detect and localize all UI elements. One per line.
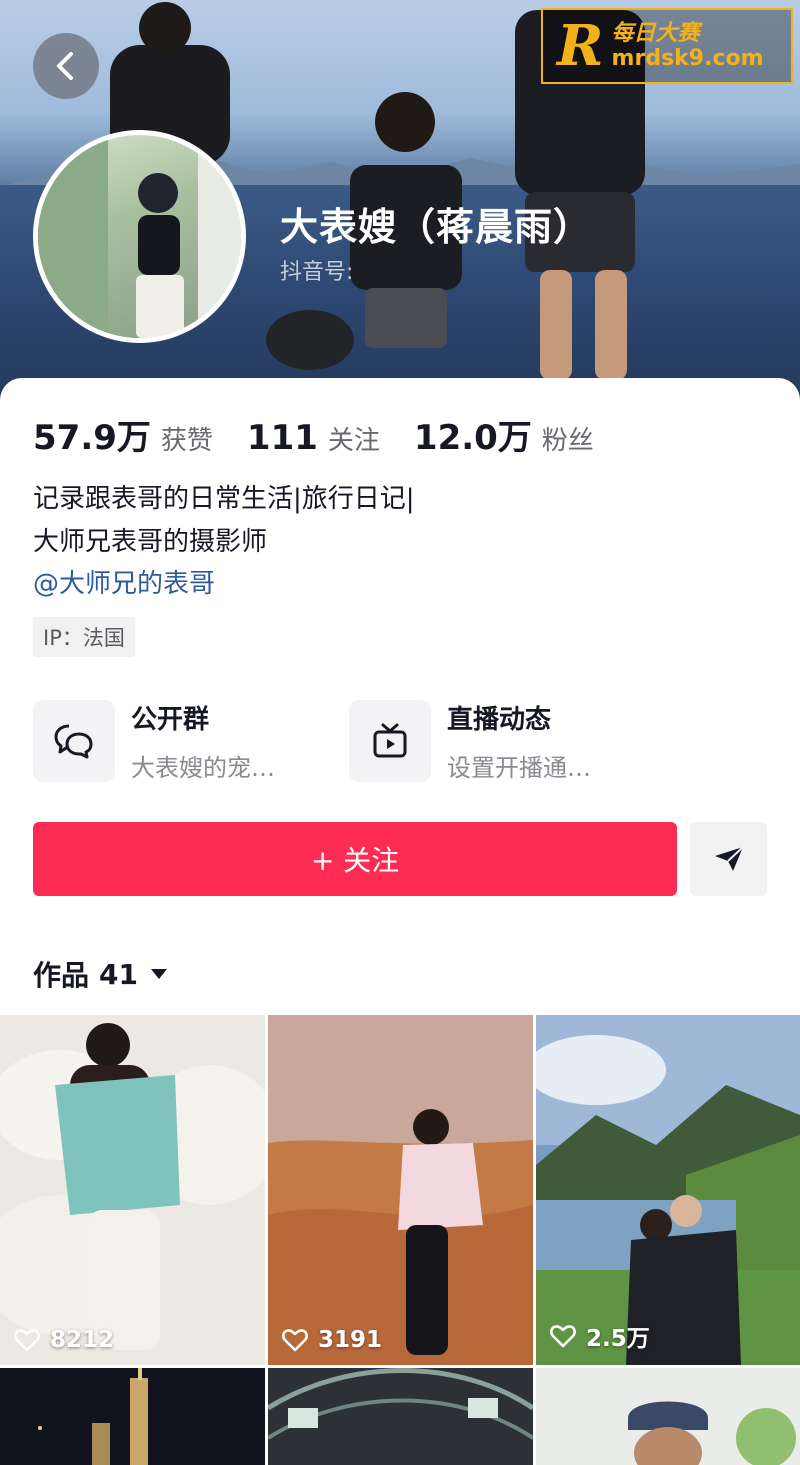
stat-value: 12.0万 <box>413 418 532 458</box>
stat-label: 关注 <box>327 426 380 456</box>
caret-down-icon <box>150 969 167 979</box>
profile-bio: 记录跟表哥的日常生活|旅行日记| 大师兄表哥的摄影师 <box>33 478 415 564</box>
watermark-logo: R <box>557 13 604 79</box>
video-thumbnail[interactable] <box>536 1368 800 1465</box>
site-watermark: R 每日大赛 mrdsk9.com <box>541 8 793 84</box>
bio-line: 大师兄表哥的摄影师 <box>33 527 268 557</box>
ip-location-tag: IP：法国 <box>33 617 135 657</box>
video-cover-image <box>38 1368 148 1465</box>
bio-mention-link[interactable]: @大师兄的表哥 <box>33 563 215 606</box>
chevron-left-icon <box>57 52 73 80</box>
profile-stats: 57.9万 获赞 111 关注 12.0万 粉丝 <box>33 410 628 459</box>
back-button[interactable] <box>33 33 99 99</box>
stat-followers[interactable]: 12.0万 粉丝 <box>414 410 594 459</box>
douyin-id-label[interactable]: 抖音号: <box>280 254 353 286</box>
video-cover-image <box>536 1015 800 1365</box>
chat-bubbles-icon <box>54 724 93 759</box>
entry-public-group[interactable]: 公开群 大表嫂的宠… <box>33 699 275 783</box>
stat-value: 57.9万 <box>33 418 151 458</box>
like-count: 3191 <box>318 1327 383 1353</box>
video-likes: 3191 <box>282 1327 382 1353</box>
stat-likes[interactable]: 57.9万 获赞 <box>33 410 213 459</box>
video-likes: 2.5万 <box>550 1319 650 1353</box>
profile-cover: R 每日大赛 mrdsk9.com 大表嫂（蒋晨雨） 抖音号: <box>0 0 800 400</box>
video-cover-image <box>0 1023 265 1350</box>
stat-label: 获赞 <box>160 426 213 456</box>
watermark-site-name: 每日大赛 <box>611 20 700 46</box>
entry-subtitle: 设置开播通… <box>447 754 591 782</box>
send-icon <box>714 846 744 871</box>
heart-icon <box>550 1325 576 1348</box>
works-label: 作品 <box>33 959 90 992</box>
share-button[interactable] <box>690 822 767 896</box>
video-cover-image <box>628 1401 796 1465</box>
video-thumbnail[interactable]: 8212 <box>0 1015 265 1365</box>
video-cover-image <box>268 1368 533 1440</box>
follow-button[interactable]: + 关注 <box>33 822 677 896</box>
video-likes: 8212 <box>14 1327 114 1353</box>
video-thumbnail[interactable]: 2.5万 <box>536 1015 800 1365</box>
stat-value: 111 <box>246 418 318 458</box>
entry-title: 公开群 <box>131 705 210 735</box>
entry-icon-box <box>349 700 431 782</box>
avatar-photo <box>38 135 241 338</box>
stat-following[interactable]: 111 关注 <box>247 418 380 458</box>
works-count: 41 <box>99 957 138 991</box>
like-count: 8212 <box>50 1327 115 1353</box>
entry-live-updates[interactable]: 直播动态 设置开播通… <box>349 699 591 783</box>
heart-icon <box>282 1329 308 1352</box>
watermark-site-url: mrdsk9.com <box>611 46 764 71</box>
avatar[interactable] <box>33 130 246 343</box>
entry-subtitle: 大表嫂的宠… <box>131 754 275 782</box>
stat-label: 粉丝 <box>541 426 594 456</box>
heart-icon <box>14 1329 40 1352</box>
profile-nickname: 大表嫂（蒋晨雨） <box>280 205 593 249</box>
bio-line: 记录跟表哥的日常生活|旅行日记| <box>33 484 415 514</box>
video-thumbnail[interactable] <box>0 1368 265 1465</box>
entry-title: 直播动态 <box>447 705 552 735</box>
video-thumbnail[interactable]: 3191 <box>268 1015 533 1365</box>
entry-icon-box <box>33 700 115 782</box>
video-cover-image <box>268 1015 533 1365</box>
tab-works[interactable]: 作品 41 <box>33 954 168 994</box>
video-thumbnail[interactable] <box>268 1368 533 1465</box>
tv-live-icon <box>373 723 407 758</box>
like-count: 2.5万 <box>586 1326 650 1352</box>
